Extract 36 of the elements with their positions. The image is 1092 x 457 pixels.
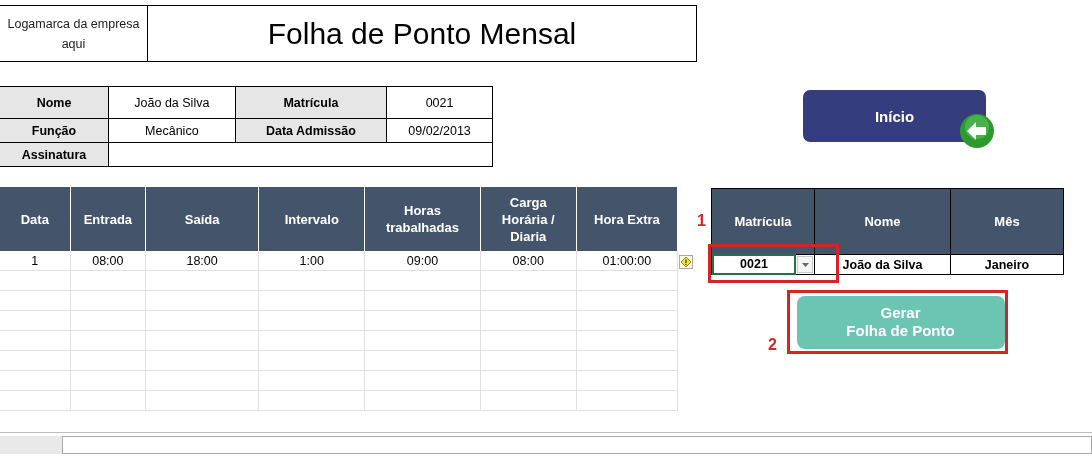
field-value: Mecânico [108,118,236,143]
logo-placeholder-text: Logamarca da empresa aqui [6,15,141,53]
table-cell: 08:00 [70,251,146,271]
field-label: Assinatura [0,142,109,167]
column-header: Saída [145,187,259,251]
column-header: Carga Horária / Diaria [480,187,577,251]
table-cell: 1:00 [258,251,365,271]
field-label: Data Admissão [235,118,387,143]
table-cell: 01:00:00 [576,251,678,271]
table-cell: João da Silva [814,254,951,275]
sheet-title: Folha de Ponto Mensal [148,5,697,62]
column-header: Data [0,187,71,251]
column-header: Nome [814,188,951,255]
id-dropdown-cell[interactable]: 0021 [712,254,796,275]
home-button[interactable]: Início [803,90,986,142]
column-header: Intervalo [258,187,365,251]
column-header: Mês [950,188,1064,255]
field-value: 09/02/2013 [386,118,493,143]
table-cell: 1 [0,251,71,271]
field-label: Matrícula [235,86,387,119]
table-cell: 18:00 [145,251,259,271]
warning-icon[interactable] [678,255,693,270]
table-cell: 08:00 [480,251,577,271]
field-value: João da Silva [108,86,236,119]
table-cell: Janeiro [950,254,1064,275]
horizontal-scrollbar[interactable] [62,436,1092,454]
table-cell: 09:00 [364,251,481,271]
step-number: 2 [768,336,778,354]
field-value: 0021 [386,86,493,119]
step-number: 1 [697,211,707,231]
column-header: Horas trabalhadas [364,187,481,251]
field-label: Função [0,118,109,143]
column-header: Entrada [70,187,146,251]
column-header: Hora Extra [576,187,678,251]
field-label: Nome [0,86,109,119]
column-header: Matrícula [711,188,815,255]
